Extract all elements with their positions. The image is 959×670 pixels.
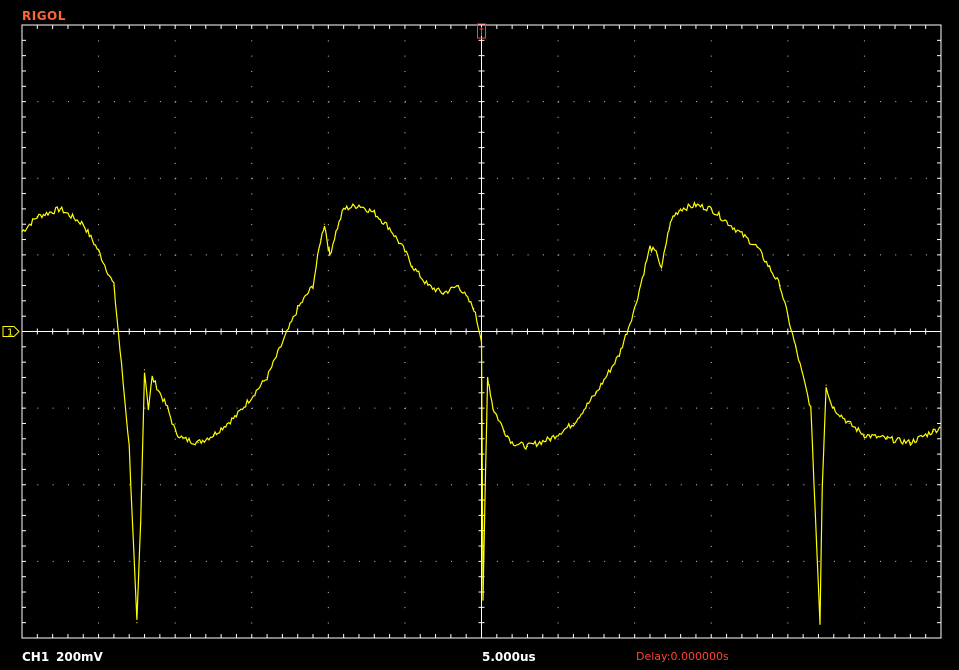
trace-point (235, 415, 237, 417)
trace-point (128, 445, 130, 447)
trace-point (909, 442, 912, 444)
trace-point (668, 227, 670, 229)
trace-point (140, 522, 142, 524)
trace-point (427, 284, 429, 287)
trace-point (840, 415, 843, 417)
trace-point (829, 399, 831, 402)
trace-point (487, 376, 489, 379)
trace-point (442, 292, 444, 294)
trace-point (323, 223, 326, 225)
channel-marker-label: 1 (7, 328, 13, 339)
trace-point (572, 422, 575, 424)
trace-point (457, 284, 460, 287)
trace-point (166, 407, 169, 409)
trace-point (147, 407, 149, 409)
delay-readout[interactable]: Delay:0.000000s (636, 650, 729, 663)
trace-point (511, 442, 513, 444)
trace-point (819, 622, 821, 624)
trace-point (618, 353, 621, 356)
trace-point (863, 434, 866, 436)
trace-point (733, 227, 735, 229)
trace-point (810, 407, 812, 409)
trace-point (212, 434, 215, 436)
graticule (21, 24, 942, 639)
trace-point (373, 212, 375, 214)
trace-point (297, 307, 299, 310)
trace-point (98, 250, 100, 252)
trace-point (710, 208, 712, 210)
trace-point (940, 426, 942, 428)
trace-point (503, 430, 506, 432)
trace-point (159, 392, 161, 394)
trace-point (151, 376, 153, 379)
waveform-display: 1 (2, 23, 942, 639)
trace-point (327, 246, 329, 248)
trace-point (174, 430, 176, 432)
trace-point (779, 284, 781, 287)
trace-point (794, 346, 797, 348)
trace-point (329, 254, 331, 256)
trace-point (182, 438, 184, 440)
trace-point (480, 338, 483, 340)
trace-point (672, 216, 674, 218)
trace-point (496, 415, 498, 417)
trace-point (312, 284, 314, 287)
trace-point (488, 384, 490, 386)
trace-point (649, 246, 651, 248)
trace-point (526, 445, 529, 447)
trace-point (59, 208, 61, 210)
trace-point (358, 204, 360, 206)
trace-point (595, 392, 598, 394)
channel-1-marker-icon[interactable]: 1 (2, 326, 20, 339)
trace-point (266, 376, 268, 379)
channel-scale[interactable]: 200mV (56, 650, 103, 664)
trace-point (343, 208, 345, 210)
trace-point (136, 622, 138, 624)
trace-point (825, 384, 827, 386)
trace-point (695, 204, 697, 206)
trace-point (113, 284, 115, 287)
trace-point (197, 442, 199, 444)
trace-point (389, 227, 391, 229)
trace-point (492, 407, 494, 409)
trace-point (848, 422, 850, 424)
trace-point (549, 438, 552, 440)
trace-point (36, 216, 38, 218)
trace-point (932, 430, 934, 432)
trace-point (657, 254, 659, 256)
trace-point (886, 438, 889, 440)
trace-point (634, 307, 636, 310)
trace-point (833, 407, 835, 409)
trace-point (660, 269, 663, 271)
trace-point (821, 484, 823, 486)
trace-point (473, 307, 475, 310)
channel-label: CH1 (22, 650, 50, 664)
trace-point (320, 238, 322, 241)
trace-point (756, 246, 758, 248)
trace-point (482, 599, 484, 601)
timebase-readout[interactable]: 5.000us (482, 650, 536, 664)
trace-point (680, 208, 682, 210)
trace-point (143, 369, 146, 371)
trace-point (412, 265, 414, 267)
trace-point (335, 231, 337, 233)
trace-point (404, 250, 406, 252)
trace-point (484, 484, 486, 486)
trace-point (82, 223, 84, 225)
trace-point (21, 231, 23, 233)
trace-point (664, 246, 666, 248)
